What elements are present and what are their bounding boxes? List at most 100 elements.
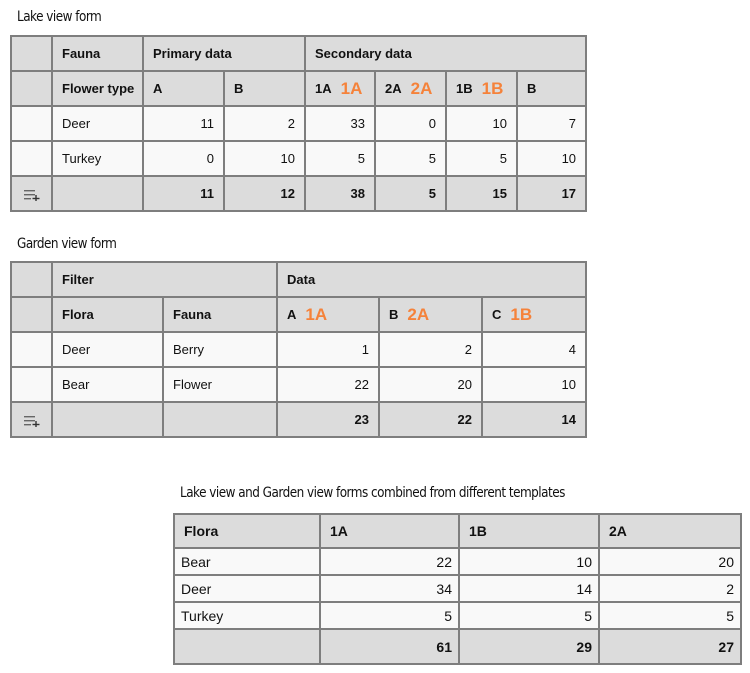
- cell-value: 10: [458, 547, 600, 576]
- header-flora: Flora: [173, 513, 321, 549]
- cell-value[interactable]: 11: [142, 105, 225, 142]
- cell-value: 34: [319, 574, 460, 603]
- playlist-add-icon: [23, 415, 39, 427]
- totals-label: [51, 175, 144, 212]
- lake-header-row-1: Fauna Primary data Secondary data: [10, 35, 588, 72]
- row-flora[interactable]: Deer: [51, 331, 164, 368]
- row-name[interactable]: Deer: [51, 105, 144, 142]
- total-value: 11: [142, 175, 225, 212]
- total-value: 12: [222, 175, 307, 212]
- lake-form-title: Lake view form: [17, 9, 102, 25]
- add-row-button[interactable]: [10, 175, 53, 212]
- column-tag: 1A: [340, 78, 363, 98]
- total-value: 23: [276, 401, 381, 438]
- row-name: Bear: [173, 547, 321, 576]
- header-fauna: Fauna: [51, 35, 144, 72]
- row-gutter-header: [10, 261, 53, 298]
- cell-value[interactable]: 5: [374, 140, 448, 177]
- cell-value[interactable]: 10: [445, 105, 519, 142]
- cell-value[interactable]: 0: [374, 105, 448, 142]
- column-label: B: [527, 80, 537, 96]
- column-label: 2A: [385, 80, 402, 96]
- totals-row: 61 29 27: [173, 628, 742, 665]
- row-name: Turkey: [173, 601, 321, 630]
- total-value: 29: [458, 628, 600, 665]
- column-tag: 1B: [481, 78, 504, 98]
- row-gutter: [10, 105, 53, 142]
- cell-value[interactable]: 1: [276, 331, 381, 368]
- column-header: 1B: [458, 513, 600, 549]
- cell-value[interactable]: 2: [378, 331, 484, 368]
- cell-value[interactable]: 22: [276, 366, 381, 403]
- column-tag: 2A: [407, 304, 430, 324]
- total-value: 15: [445, 175, 519, 212]
- header-fauna: Fauna: [161, 296, 279, 333]
- column-header: 1A 1A: [304, 70, 377, 107]
- column-header: 2A: [598, 513, 742, 549]
- cell-value[interactable]: 5: [304, 140, 377, 177]
- cell-value[interactable]: 4: [481, 331, 588, 368]
- total-value: 17: [516, 175, 588, 212]
- cell-value: 5: [598, 601, 742, 630]
- header-secondary-data: Secondary data: [304, 35, 588, 72]
- total-value: 27: [598, 628, 742, 665]
- column-label: A: [287, 306, 297, 322]
- row-name[interactable]: Turkey: [51, 140, 144, 177]
- column-tag: 1A: [305, 304, 328, 324]
- column-label: C: [492, 306, 502, 322]
- garden-form-title: Garden view form: [17, 236, 117, 252]
- total-value: 61: [319, 628, 460, 665]
- cell-value: 22: [319, 547, 460, 576]
- cell-value: 2: [598, 574, 742, 603]
- column-header: A 1A: [276, 296, 381, 333]
- garden-form-table: Filter Data Flora Fauna A 1A B 2A C 1B Deer…: [10, 261, 588, 438]
- row-gutter-header: [10, 70, 53, 107]
- column-label: B: [234, 80, 244, 96]
- header-primary-data: Primary data: [141, 35, 307, 72]
- column-header: 1A: [319, 513, 460, 549]
- row-gutter-header: [10, 296, 53, 333]
- cell-value: 5: [458, 601, 600, 630]
- row-gutter: [10, 331, 53, 368]
- cell-value[interactable]: 0: [142, 140, 225, 177]
- row-name: Deer: [173, 574, 321, 603]
- cell-value[interactable]: 33: [304, 105, 377, 142]
- row-fauna[interactable]: Flower: [161, 366, 279, 403]
- column-header: B: [516, 70, 588, 107]
- table-row: Deer 34 14 2: [173, 574, 742, 603]
- totals-label: [51, 401, 164, 438]
- cell-value[interactable]: 10: [516, 140, 588, 177]
- column-tag: 2A: [410, 78, 433, 98]
- totals-label: [173, 628, 321, 665]
- cell-value[interactable]: 7: [516, 105, 588, 142]
- garden-header-row-2: Flora Fauna A 1A B 2A C 1B: [10, 296, 588, 333]
- cell-value[interactable]: 10: [481, 366, 588, 403]
- lake-header-row-2: Flower type A B 1A 1A 2A 2A 1B 1B B: [10, 70, 588, 107]
- combined-table: Flora 1A 1B 2A Bear 22 10 20 Deer 34 14 …: [173, 513, 742, 665]
- table-row: Turkey 0 10 5 5 5 10: [10, 140, 588, 177]
- row-fauna[interactable]: Berry: [161, 331, 279, 368]
- header-flower-type: Flower type: [51, 70, 144, 107]
- row-flora[interactable]: Bear: [51, 366, 164, 403]
- add-row-button[interactable]: [10, 401, 53, 438]
- column-label: A: [153, 80, 163, 96]
- totals-row: 11 12 38 5 15 17: [10, 175, 588, 212]
- cell-value[interactable]: 20: [378, 366, 484, 403]
- total-value: 5: [374, 175, 448, 212]
- column-header: 1B 1B: [445, 70, 519, 107]
- cell-value: 20: [598, 547, 742, 576]
- row-gutter: [10, 366, 53, 403]
- column-label: 1B: [456, 80, 473, 96]
- playlist-add-icon: [23, 189, 39, 201]
- cell-value: 14: [458, 574, 600, 603]
- row-gutter-header: [10, 35, 53, 72]
- column-label: 1A: [315, 80, 332, 96]
- cell-value[interactable]: 10: [222, 140, 307, 177]
- combined-title: Lake view and Garden view forms combined…: [180, 485, 565, 501]
- header-flora: Flora: [51, 296, 164, 333]
- cell-value[interactable]: 2: [222, 105, 307, 142]
- column-header: C 1B: [481, 296, 588, 333]
- cell-value[interactable]: 5: [445, 140, 519, 177]
- combined-header-row: Flora 1A 1B 2A: [173, 513, 742, 549]
- column-header: B: [222, 70, 307, 107]
